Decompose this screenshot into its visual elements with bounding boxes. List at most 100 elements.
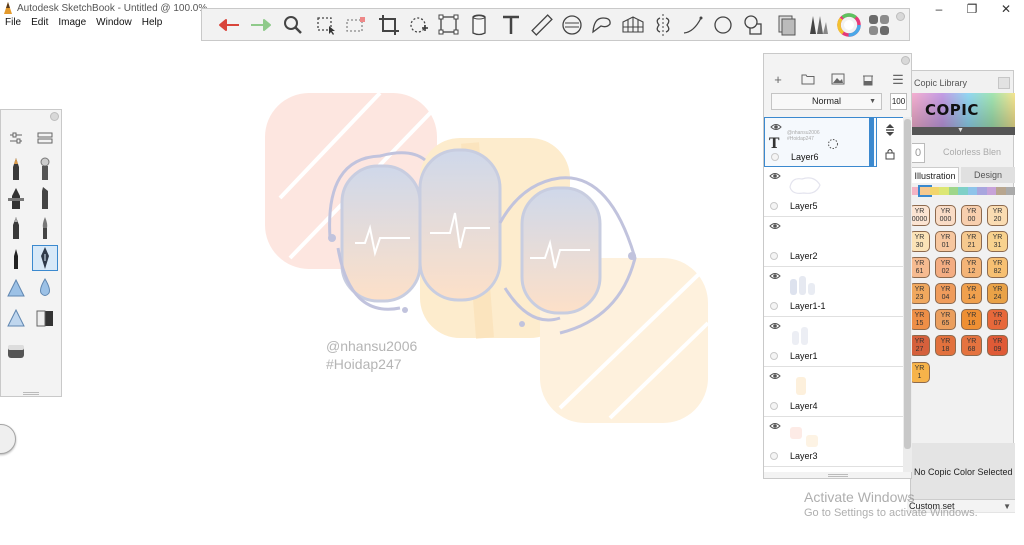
layer-select-radio[interactable] [770,202,778,210]
swatch-yr24[interactable]: YR 24 [987,283,1008,304]
swatch-yr20[interactable]: YR 20 [987,205,1008,226]
block-eraser-icon[interactable] [32,305,58,331]
ballpoint-pen-icon[interactable] [3,215,29,241]
circle-icon[interactable] [710,12,736,38]
layer-scrollbar-thumb[interactable] [904,119,911,449]
swatch-yr18[interactable]: YR 18 [935,335,956,356]
lock-icon[interactable] [885,148,895,160]
swatch-yr30[interactable]: YR 30 [909,231,930,252]
layer-row[interactable]: Layer1-1 [764,267,903,317]
layer-select-radio[interactable] [770,402,778,410]
brush-view-toggle-icon[interactable] [32,125,58,151]
copic-library-icon[interactable] [866,12,892,38]
swatch-yr68[interactable]: YR 68 [961,335,982,356]
airbrush-icon[interactable] [32,156,58,182]
layer-panel-grip[interactable] [828,474,848,477]
triangle-eraser-icon[interactable] [3,305,29,331]
brush-palette-grip[interactable] [23,392,39,395]
visibility-eye-icon[interactable] [769,421,781,431]
swatch-yr65[interactable]: YR 65 [935,309,956,330]
blend-mode-select[interactable]: Normal ▼ [771,93,882,110]
swatch-yr01[interactable]: YR 01 [935,231,956,252]
zoom-icon[interactable] [280,12,306,38]
symmetry-icon[interactable] [650,12,676,38]
swatch-yr0000[interactable]: YR 0000 [909,205,930,226]
blend-arrows-icon[interactable] [884,124,896,136]
swatch-yr000[interactable]: YR 000 [935,205,956,226]
swatch-yr12[interactable]: YR 12 [961,257,982,278]
menu-edit[interactable]: Edit [31,17,48,33]
add-layer-icon[interactable]: + [769,73,787,87]
layer-row[interactable]: Layer3 [764,417,903,467]
tab-illustration[interactable]: Illustration [911,167,959,183]
layer-select-radio[interactable] [770,452,778,460]
swatch-yr16[interactable]: YR 16 [961,309,982,330]
swatch-yr82[interactable]: YR 82 [987,257,1008,278]
color-wheel-icon[interactable] [836,12,862,38]
layer-opacity[interactable]: 100 [890,93,907,110]
visibility-eye-icon[interactable] [769,221,781,231]
layer-select-radio[interactable] [770,352,778,360]
layer-select-radio[interactable] [770,252,778,260]
swatch-yr09[interactable]: YR 09 [987,335,1008,356]
swatch-yr21[interactable]: YR 21 [961,231,982,252]
marker-brush-icon[interactable] [3,185,29,211]
minimize-button[interactable]: – [927,1,951,17]
text-icon[interactable] [498,12,524,38]
soft-eraser-icon[interactable] [32,275,58,301]
layer-scrollbar[interactable] [903,117,912,472]
visibility-eye-icon[interactable] [769,271,781,281]
pencil-brush-icon[interactable] [3,156,29,182]
swatch-fyr1[interactable]: YR 1 [909,362,930,383]
undo-icon[interactable] [217,12,243,38]
brush-library-icon[interactable] [804,12,830,38]
layer-row[interactable]: T @nhansu2006 #Hoidap247 Layer6 [764,117,903,167]
distort-icon[interactable] [436,12,462,38]
delete-layer-icon[interactable] [859,73,877,87]
visibility-eye-icon[interactable] [769,321,781,331]
swatch-yr04[interactable]: YR 04 [935,283,956,304]
paint-brush-icon[interactable] [32,215,58,241]
select-icon[interactable] [314,12,340,38]
fineliner-brush-icon[interactable] [3,245,29,271]
copic-close-button[interactable] [998,77,1010,89]
swatch-yr31[interactable]: YR 31 [987,231,1008,252]
layer-row[interactable]: Layer5 [764,167,903,217]
crop-icon[interactable] [376,12,402,38]
tab-design[interactable]: Design [961,167,1015,183]
perspective-grid-icon[interactable] [620,12,646,38]
smudge-brush-icon[interactable] [3,338,29,364]
maximize-button[interactable]: ❐ [960,1,984,17]
toolbar-close-button[interactable] [896,12,905,21]
layer-select-radio[interactable] [771,153,779,161]
menu-window[interactable]: Window [96,17,132,33]
add-group-icon[interactable] [799,73,817,87]
layer-row[interactable]: Layer4 [764,367,903,417]
chisel-marker-icon[interactable] [32,185,58,211]
layer-row[interactable]: Layer1 [764,317,903,367]
line-icon[interactable] [680,12,706,38]
visibility-eye-icon[interactable] [770,122,782,132]
swatch-yr07[interactable]: YR 07 [987,309,1008,330]
swatch-yr02[interactable]: YR 02 [935,257,956,278]
ruler-icon[interactable] [529,12,555,38]
redo-icon[interactable] [247,12,273,38]
add-image-icon[interactable] [829,73,847,87]
menu-image[interactable]: Image [58,17,86,33]
chevron-down-icon[interactable]: ▼ [957,127,964,134]
ellipse-guide-icon[interactable] [559,12,585,38]
layer-panel-close-button[interactable] [901,56,910,65]
layer-editor-icon[interactable] [774,12,800,38]
move-icon[interactable] [406,12,432,38]
swatch-yr61[interactable]: YR 61 [909,257,930,278]
perspective-icon[interactable] [466,12,492,38]
layer-menu-icon[interactable]: ☰ [889,73,907,87]
visibility-eye-icon[interactable] [769,371,781,381]
visibility-eye-icon[interactable] [769,171,781,181]
layer-select-radio[interactable] [770,302,778,310]
swatch-yr00[interactable]: YR 00 [961,205,982,226]
brush-palette-close-button[interactable] [50,112,59,121]
menu-file[interactable]: File [5,17,21,33]
hard-eraser-icon[interactable] [3,275,29,301]
transform-select-icon[interactable] [343,12,369,38]
